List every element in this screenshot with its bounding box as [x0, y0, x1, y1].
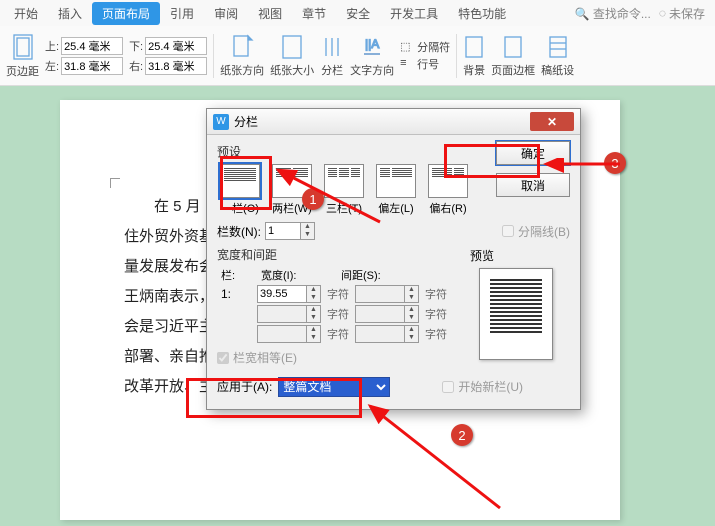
preset-right[interactable]: 偏右(R) — [425, 164, 471, 216]
preset-one-column[interactable]: 一栏(O) — [217, 164, 263, 216]
margin-corner-icon — [110, 178, 120, 188]
tab-dev[interactable]: 开发工具 — [380, 2, 448, 25]
tab-page-layout[interactable]: 页面布局 — [92, 2, 160, 25]
apply-to-label: 应用于(A): — [217, 378, 272, 395]
column-count-input[interactable] — [265, 222, 301, 240]
dialog-titlebar[interactable]: W 分栏 ✕ — [207, 109, 580, 135]
spinner-icon[interactable]: ▲▼ — [301, 222, 315, 240]
tab-security[interactable]: 安全 — [336, 2, 380, 25]
col3-width-input — [257, 325, 307, 343]
col1-width-input[interactable] — [257, 285, 307, 303]
tab-start[interactable]: 开始 — [4, 2, 48, 25]
save-status[interactable]: ◌ 未保存 — [659, 5, 715, 22]
equal-width-checkbox — [217, 352, 229, 364]
command-search[interactable]: 🔍 查找命令... — [575, 5, 659, 22]
preset-three-columns[interactable]: 三栏(T) — [321, 164, 367, 216]
manuscript-button[interactable]: 稿纸设 — [541, 34, 574, 78]
paper-direction-button[interactable]: 纸张方向 — [220, 34, 264, 78]
col2-width-input — [257, 305, 307, 323]
preview-thumbnail — [479, 268, 553, 360]
margin-bottom-input[interactable] — [145, 37, 207, 55]
columns-button[interactable]: 分栏 — [320, 34, 344, 78]
apply-to-select[interactable]: 整篇文档 — [278, 377, 390, 397]
app-icon: W — [213, 114, 229, 130]
preset-two-columns[interactable]: 两栏(W) — [269, 164, 315, 216]
tab-features[interactable]: 特色功能 — [448, 2, 516, 25]
paper-size-button[interactable]: 纸张大小 — [270, 34, 314, 78]
columns-dialog: W 分栏 ✕ 确定 取消 预设 一栏(O) 两栏(W) 三栏(T) 偏左( — [206, 108, 581, 410]
margin-right-input[interactable] — [145, 57, 207, 75]
ok-button[interactable]: 确定 — [496, 141, 570, 165]
col2-spacing-input — [355, 305, 405, 323]
margin-top-input[interactable] — [61, 37, 123, 55]
preview-label: 预览 — [470, 247, 562, 264]
column-count-label: 栏数(N): — [217, 223, 261, 240]
tab-chapter[interactable]: 章节 — [292, 2, 336, 25]
tab-view[interactable]: 视图 — [248, 2, 292, 25]
page-border-button[interactable]: 页面边框 — [491, 34, 535, 78]
svg-text:||A: ||A — [365, 37, 379, 51]
ribbon: 页边距 上: 左: 下: 右: 纸张方向 纸张大小 分栏 ||A 文字方向 ⬚分… — [0, 26, 715, 86]
menu-tabs: 开始 插入 页面布局 引用 审阅 视图 章节 安全 开发工具 特色功能 🔍 查找… — [0, 0, 715, 26]
dialog-title: 分栏 — [234, 113, 530, 130]
col1-spacing-input — [355, 285, 405, 303]
start-new-column-checkbox — [442, 381, 454, 393]
close-button[interactable]: ✕ — [530, 112, 574, 131]
col3-spacing-input — [355, 325, 405, 343]
preset-left[interactable]: 偏左(L) — [373, 164, 419, 216]
cancel-button[interactable]: 取消 — [496, 173, 570, 197]
tab-insert[interactable]: 插入 — [48, 2, 92, 25]
tab-reference[interactable]: 引用 — [160, 2, 204, 25]
tab-review[interactable]: 审阅 — [204, 2, 248, 25]
section-break-button[interactable]: ⬚分隔符 — [400, 39, 450, 55]
margin-left-input[interactable] — [61, 57, 123, 75]
line-number-button[interactable]: ≡行号 — [400, 56, 450, 72]
page-margin-button[interactable]: 页边距 — [6, 33, 39, 79]
text-direction-button[interactable]: ||A 文字方向 — [350, 34, 394, 78]
separator-line-checkbox — [502, 225, 514, 237]
background-button[interactable]: 背景 — [463, 34, 485, 78]
